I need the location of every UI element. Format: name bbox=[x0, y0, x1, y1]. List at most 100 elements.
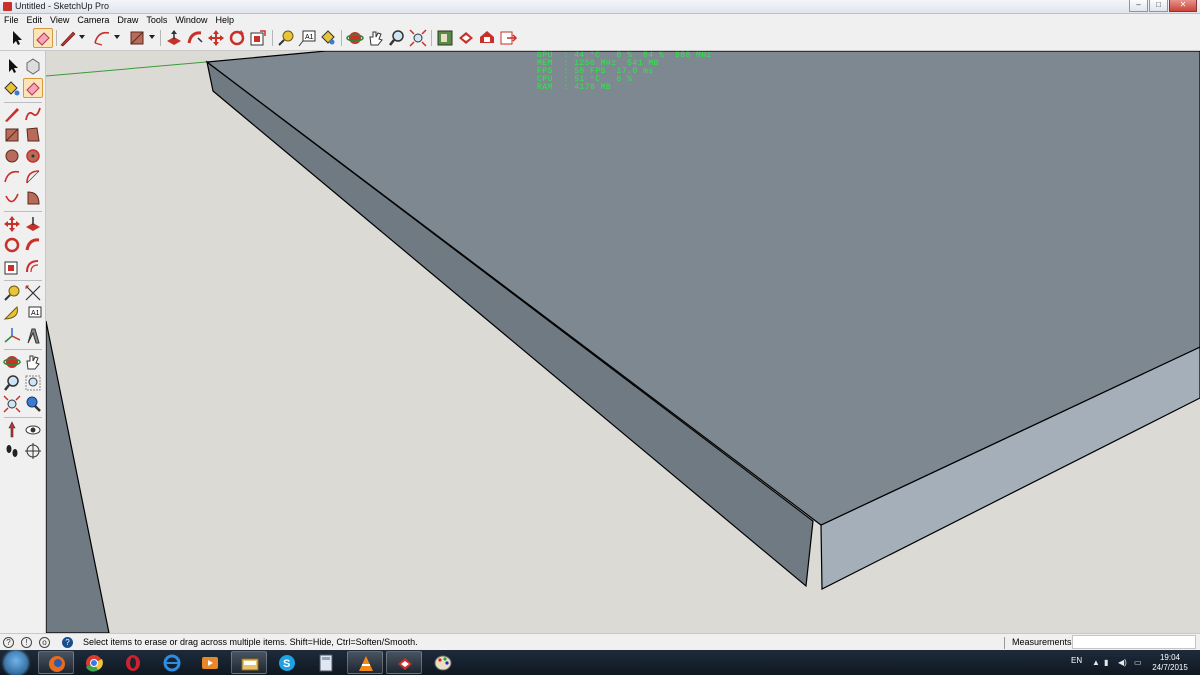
taskbar-firefox[interactable] bbox=[38, 651, 74, 674]
section-plane-icon[interactable] bbox=[23, 441, 43, 461]
user-account-icon[interactable]: o bbox=[39, 637, 50, 648]
stat-label: RAM bbox=[537, 83, 553, 92]
circle-icon[interactable] bbox=[2, 146, 22, 166]
taskbar-paint[interactable] bbox=[425, 651, 461, 674]
select-arrow-icon[interactable] bbox=[6, 28, 26, 48]
3d-warehouse-icon[interactable] bbox=[456, 28, 476, 48]
previous-view-icon[interactable] bbox=[23, 394, 43, 414]
make-component-icon[interactable] bbox=[23, 56, 43, 76]
rotated-rectangle-icon[interactable] bbox=[23, 125, 43, 145]
polygon-icon[interactable] bbox=[23, 146, 43, 166]
text-tool-glyph: A1 bbox=[305, 34, 314, 41]
menu-edit[interactable]: Edit bbox=[23, 14, 47, 26]
menu-tools[interactable]: Tools bbox=[142, 14, 171, 26]
credits-icon[interactable]: ! bbox=[21, 637, 32, 648]
text-tool-icon[interactable]: A1 bbox=[297, 28, 317, 48]
follow-me-icon[interactable] bbox=[185, 28, 205, 48]
rectangle-icon[interactable] bbox=[2, 125, 22, 145]
modeling-viewport[interactable] bbox=[46, 51, 1200, 633]
zoom-icon[interactable] bbox=[387, 28, 407, 48]
taskbar-vlc[interactable] bbox=[347, 651, 383, 674]
taskbar-skype[interactable]: S bbox=[269, 651, 305, 674]
paint-bucket-icon[interactable] bbox=[2, 78, 22, 98]
taskbar-calculator[interactable] bbox=[308, 651, 344, 674]
minimize-button[interactable]: – bbox=[1129, 0, 1148, 12]
move-icon[interactable] bbox=[2, 214, 22, 234]
maximize-button[interactable]: □ bbox=[1149, 0, 1168, 12]
display-icon[interactable]: ▭ bbox=[1134, 658, 1142, 667]
orbit-icon[interactable] bbox=[345, 28, 365, 48]
start-button[interactable] bbox=[4, 651, 28, 675]
three-point-arc-icon[interactable] bbox=[2, 188, 22, 208]
arc-icon[interactable] bbox=[92, 28, 112, 48]
taskbar-sketchup[interactable] bbox=[386, 651, 422, 674]
rectangle-icon[interactable] bbox=[127, 28, 147, 48]
chevron-down-icon[interactable] bbox=[79, 35, 85, 39]
offset-icon[interactable] bbox=[23, 257, 43, 277]
zoom-extents-icon[interactable] bbox=[2, 394, 22, 414]
close-button[interactable]: ✕ bbox=[1169, 0, 1197, 12]
measurements-input[interactable] bbox=[1072, 635, 1196, 649]
select-arrow-icon[interactable] bbox=[2, 56, 22, 76]
pan-hand-icon[interactable] bbox=[23, 352, 43, 372]
network-icon[interactable]: ▮ bbox=[1104, 658, 1108, 667]
text-tool-icon[interactable]: A1 bbox=[23, 304, 43, 324]
stat-row-ram: RAM : 4178 MB bbox=[537, 84, 712, 92]
taskbar-opera[interactable] bbox=[115, 651, 151, 674]
tape-measure-icon[interactable] bbox=[276, 28, 296, 48]
components-icon[interactable] bbox=[435, 28, 455, 48]
pie-icon[interactable] bbox=[23, 188, 43, 208]
menu-help[interactable]: Help bbox=[211, 14, 238, 26]
eraser-icon[interactable] bbox=[33, 28, 53, 48]
orbit-icon[interactable] bbox=[2, 352, 22, 372]
geolocation-icon[interactable]: ? bbox=[3, 637, 14, 648]
tape-measure-icon[interactable] bbox=[2, 283, 22, 303]
pencil-line-icon[interactable] bbox=[58, 28, 78, 48]
3d-text-icon[interactable] bbox=[23, 326, 43, 346]
menu-file[interactable]: File bbox=[0, 14, 23, 26]
volume-icon[interactable]: ◀) bbox=[1118, 658, 1127, 667]
hardware-monitor-overlay: GPU : 44 °C 8 % 84 % 980 MHz MEM : 1250 … bbox=[537, 52, 712, 92]
menu-draw[interactable]: Draw bbox=[113, 14, 142, 26]
send-to-layout-icon[interactable] bbox=[498, 28, 518, 48]
taskbar-internet-explorer[interactable] bbox=[154, 651, 190, 674]
taskbar-chrome[interactable] bbox=[76, 651, 112, 674]
follow-me-icon[interactable] bbox=[23, 235, 43, 255]
taskbar-file-explorer[interactable] bbox=[231, 651, 267, 674]
zoom-extents-icon[interactable] bbox=[408, 28, 428, 48]
chevron-down-icon[interactable] bbox=[149, 35, 155, 39]
menu-camera[interactable]: Camera bbox=[73, 14, 113, 26]
show-hidden-icons-icon[interactable]: ▲ bbox=[1092, 658, 1100, 667]
menu-view[interactable]: View bbox=[46, 14, 73, 26]
walk-footprints-icon[interactable] bbox=[2, 441, 22, 461]
pan-hand-icon[interactable] bbox=[366, 28, 386, 48]
scale-icon[interactable] bbox=[2, 257, 22, 277]
protractor-icon[interactable] bbox=[2, 304, 22, 324]
move-icon[interactable] bbox=[206, 28, 226, 48]
zoom-icon[interactable] bbox=[2, 373, 22, 393]
zoom-window-icon[interactable] bbox=[23, 373, 43, 393]
arc-icon[interactable] bbox=[2, 167, 22, 187]
push-pull-icon[interactable] bbox=[23, 214, 43, 234]
taskbar-clock[interactable]: 19:04 24/7/2015 bbox=[1150, 653, 1190, 673]
offset-icon[interactable] bbox=[248, 28, 268, 48]
eraser-icon[interactable] bbox=[23, 78, 43, 98]
rotate-icon[interactable] bbox=[227, 28, 247, 48]
paint-bucket-icon[interactable] bbox=[318, 28, 338, 48]
rotate-icon[interactable] bbox=[2, 235, 22, 255]
instructor-help-icon[interactable]: ? bbox=[62, 637, 73, 648]
dimension-icon[interactable] bbox=[23, 283, 43, 303]
freehand-icon[interactable] bbox=[23, 104, 43, 124]
chevron-down-icon[interactable] bbox=[114, 35, 120, 39]
push-pull-icon[interactable] bbox=[164, 28, 184, 48]
axes-icon[interactable] bbox=[2, 326, 22, 346]
language-indicator[interactable]: EN bbox=[1071, 656, 1082, 665]
taskbar-media-player[interactable] bbox=[192, 651, 228, 674]
pencil-line-icon[interactable] bbox=[2, 104, 22, 124]
look-around-icon[interactable] bbox=[23, 420, 43, 440]
two-point-arc-icon[interactable] bbox=[23, 167, 43, 187]
menu-window[interactable]: Window bbox=[171, 14, 211, 26]
position-camera-icon[interactable] bbox=[2, 420, 22, 440]
extension-warehouse-icon[interactable] bbox=[477, 28, 497, 48]
3d-scene bbox=[46, 51, 1200, 633]
